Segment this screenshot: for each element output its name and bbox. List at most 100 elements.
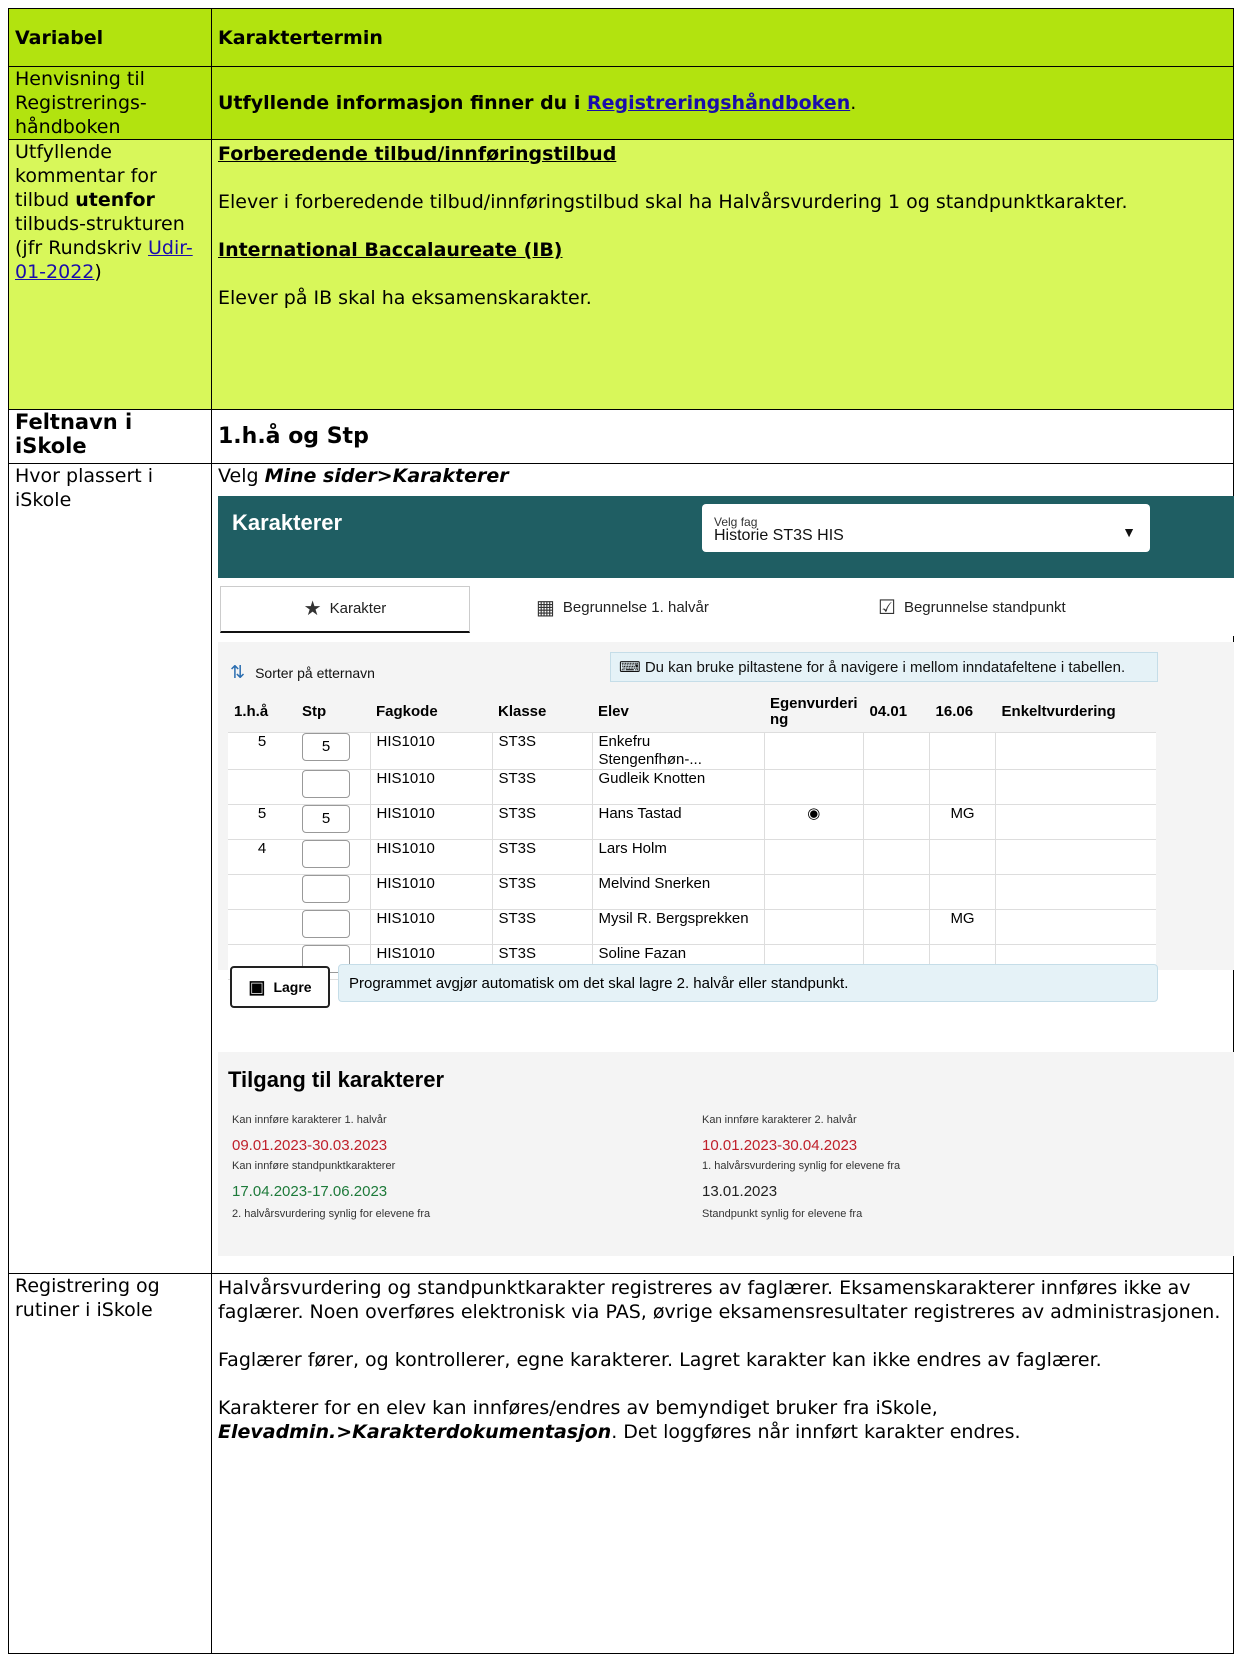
field-value: 1.h.å og Stp [211,409,1234,464]
grade-input[interactable] [302,840,350,868]
table-row: 5 5 HIS1010 ST3S Hans Tastad ◉ MG [228,804,1156,840]
ref-label: Henvisning til Registrerings-håndboken [8,66,212,140]
h1-cell [228,909,296,945]
egenvurdering-cell [763,732,864,770]
handbook-link[interactable]: Registreringshåndboken [587,92,850,114]
stp-input [296,839,370,875]
access-label: Kan innføre karakterer 2. halvår [702,1114,857,1126]
fagkode-cell: HIS1010 [369,909,492,945]
chevron-down-icon: ▼ [1122,524,1136,540]
col-enkeltvurdering: Enkeltvurdering [995,692,1156,733]
date-1606-cell [929,769,996,805]
enkeltvurdering-cell [995,839,1156,875]
subject-select[interactable]: Velg fag Historie ST3S HIS ▼ [702,504,1150,552]
tab-begrunnelse-halvaar[interactable]: ▦ Begrunnelse 1. halvår [536,586,709,630]
elev-cell-text: Melvind Snerken [598,875,711,892]
comment-label: Utfyllende kommentar for tilbud utenfor … [8,139,212,410]
access-label: Standpunkt synlig for elevene fra [702,1208,863,1220]
tab-halvaar-label: Begrunnelse 1. halvår [562,599,709,616]
elev-cell-text: Enkefru Stengenfhøn-... [598,733,702,768]
elev-cell-text: Hans Tastad [598,805,682,822]
grades-panel: ⇅ Sorter på etternavn ⌨ Du kan bruke pilt… [218,642,1234,1008]
egenvurdering-cell: ◉ [763,804,864,840]
date-1606-cell-text: MG [950,805,975,822]
keyboard-hint: ⌨ Du kan bruke piltastene for å navigere… [610,652,1158,682]
fagkode-cell-text: HIS1010 [376,910,435,927]
tab-karakter[interactable]: ★ Karakter [220,586,470,633]
egenvurdering-cell-text: ◉ [807,805,821,822]
date-1606-cell-text: MG [950,910,975,927]
access-label: Kan innføre standpunktkarakterer [232,1160,396,1172]
tab-karakter-label: Karakter [329,600,387,617]
access-panel: Tilgang til karakterer Kan innføre karak… [218,1052,1234,1256]
date-1606-cell: MG [929,804,996,840]
date-0401-cell [863,732,930,770]
keyboard-icon: ⌨ [619,659,645,676]
comment-label-3: ) [94,261,102,283]
access-value: 13.01.2023 [702,1183,778,1200]
keyboard-hint-text: Du kan bruke piltastene for å navigere i… [644,659,1126,676]
h1-cell [228,874,296,910]
stp-input: 5 [296,804,370,840]
table-row: HIS1010 ST3S Mysil R. Bergsprekken MG [228,909,1156,945]
grade-input[interactable] [302,875,350,903]
save-label: Lagre [273,979,312,995]
klasse-cell-text: ST3S [498,910,537,927]
grade-input[interactable] [302,770,350,798]
fagkode-cell-text: HIS1010 [376,733,435,750]
fagkode-cell: HIS1010 [369,839,492,875]
sort-label: Sorter på etternavn [255,665,375,681]
klasse-cell: ST3S [491,874,592,910]
date-1606-cell: MG [929,909,996,945]
elev-cell: Gudleik Knotten [591,769,764,805]
registration-label: Registrering og rutiner i iSkole [8,1273,212,1654]
stp-input [296,769,370,805]
date-0401-cell [863,804,930,840]
grade-input[interactable] [302,910,350,938]
registration-content: Halvårsvurdering og standpunktkarakter r… [211,1273,1234,1654]
grade-input[interactable]: 5 [302,805,350,833]
klasse-cell: ST3S [491,732,592,770]
grades-header-row: 1.h.å Stp Fagkode Klasse Elev Egenvurder… [228,692,1156,733]
fagkode-cell-text: HIS1010 [376,875,435,892]
registration-p3: Karakterer for en elev kan innføres/endr… [218,1396,1227,1444]
prep-text: Elever i forberedende tilbud/innføringst… [218,191,1128,213]
location-label: Hvor plassert i iSkole [8,463,212,1274]
fagkode-cell-text: HIS1010 [376,805,435,822]
klasse-cell-text: ST3S [498,875,537,892]
variable-title: Karaktertermin [211,8,1234,67]
egenvurdering-cell [763,839,864,875]
access-item: Kan innføre karakterer 2. halvår 10.01.20… [702,1108,857,1158]
field-label: Feltnavn i iSkole [8,409,212,464]
fagkode-cell: HIS1010 [369,732,492,770]
date-0401-cell [863,839,930,875]
ib-text: Elever på IB skal ha eksamenskarakter. [218,287,592,309]
klasse-cell-text: ST3S [498,945,537,962]
registration-p3-path: Elevadmin.>Karakterdokumentasjon [218,1421,612,1443]
h1-cell: 4 [228,839,296,875]
variable-table: Variabel Karaktertermin Henvisning til R… [8,8,1234,1654]
calendar-clock-icon: ▦ [536,597,555,619]
tab-begrunnelse-standpunkt[interactable]: ☑ Begrunnelse standpunkt [878,586,1066,630]
sort-button[interactable]: ⇅ Sorter på etternavn [230,660,375,685]
date-1606-cell [929,874,996,910]
h1-cell-text: 5 [257,733,267,750]
klasse-cell-text: ST3S [498,840,537,857]
klasse-cell: ST3S [491,804,592,840]
save-icon: ▣ [248,977,266,997]
grade-input[interactable]: 5 [302,733,350,761]
elev-cell: Lars Holm [591,839,764,875]
egenvurdering-cell [763,874,864,910]
ref-suffix: . [850,92,857,114]
prep-heading: Forberedende tilbud/innføringstilbud [218,143,617,165]
h1-cell: 5 [228,804,296,840]
elev-cell-text: Lars Holm [598,840,667,857]
save-button[interactable]: ▣ Lagre [230,966,330,1008]
enkeltvurdering-cell [995,909,1156,945]
location-content: Velg Mine sider>Karakterer Karakterer Ve… [211,463,1234,1274]
tab-bar: ★ Karakter ▦ Begrunnelse 1. halvår ☑ Begrun… [218,578,1234,636]
tab-standpunkt-label: Begrunnelse standpunkt [903,599,1066,616]
app-header: Karakterer Velg fag Historie ST3S HIS ▼ [218,496,1234,578]
access-item: Kan innføre standpunktkarakterer 17.04.20… [232,1154,395,1204]
location-text: Velg Mine sider>Karakterer [218,464,1227,488]
